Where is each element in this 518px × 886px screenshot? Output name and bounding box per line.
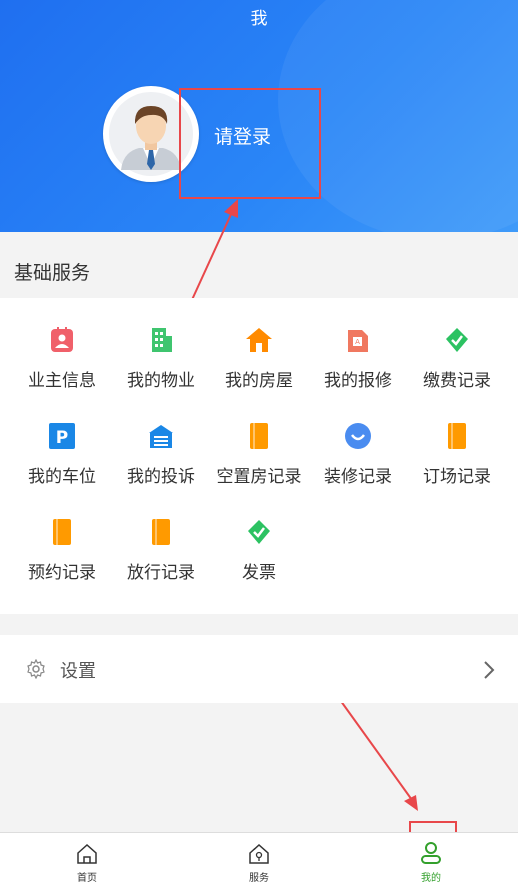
service-label: 预约记录	[28, 563, 96, 583]
service-label: 装修记录	[324, 467, 392, 487]
service-payment-records[interactable]: 缴费记录	[405, 326, 509, 391]
service-owner-info[interactable]: 业主信息	[10, 326, 114, 391]
tab-label: 首页	[77, 873, 97, 884]
services-panel: 业主信息 我的物业 我的房屋 A 我的报修 缴费记录 P 我的车位 我的投诉 空…	[0, 298, 518, 614]
smile-icon	[345, 423, 371, 449]
service-label: 我的房屋	[225, 371, 293, 391]
page-title: 我	[250, 9, 268, 29]
service-release-records[interactable]: 放行记录	[109, 518, 213, 583]
tab-mine[interactable]: 我的	[381, 833, 481, 886]
service-my-parking[interactable]: P 我的车位	[10, 422, 114, 487]
service-my-complaint[interactable]: 我的投诉	[109, 422, 213, 487]
tab-service[interactable]: 服务	[209, 833, 309, 886]
service-label: 缴费记录	[423, 371, 491, 391]
tab-label: 服务	[249, 873, 269, 884]
service-my-property[interactable]: 我的物业	[109, 326, 213, 391]
parking-icon: P	[49, 423, 75, 449]
service-booking-venue-records[interactable]: 订场记录	[405, 422, 509, 487]
section-title: 基础服务	[14, 262, 91, 284]
invoice-leaf-icon	[248, 520, 270, 544]
book-icon	[53, 519, 71, 545]
bottom-tab-bar: 首页 服务 我的	[0, 832, 518, 886]
payment-leaf-icon	[446, 328, 468, 352]
home-icon	[77, 843, 97, 864]
svg-text:P: P	[56, 428, 68, 448]
service-label: 我的物业	[127, 371, 195, 391]
service-my-house[interactable]: 我的房屋	[207, 326, 311, 391]
service-appointment-records[interactable]: 预约记录	[10, 518, 114, 583]
service-label: 我的车位	[28, 467, 96, 487]
complaint-icon	[149, 425, 173, 448]
service-invoice[interactable]: 发票	[207, 518, 311, 583]
book-icon	[250, 423, 268, 449]
building-icon	[152, 328, 172, 352]
tab-home[interactable]: 首页	[37, 833, 137, 886]
service-label: 我的报修	[324, 371, 392, 391]
service-decoration-records[interactable]: 装修记录	[306, 422, 410, 487]
highlight-box-login	[179, 88, 321, 199]
service-label: 发票	[242, 563, 276, 583]
settings-label: 设置	[60, 661, 96, 682]
service-label: 空置房记录	[216, 467, 302, 487]
book-icon	[152, 519, 170, 545]
house-icon	[246, 328, 272, 352]
id-card-icon	[51, 327, 73, 352]
svg-text:A: A	[355, 338, 360, 346]
tab-label: 我的	[421, 873, 441, 884]
service-label: 业主信息	[28, 371, 96, 391]
arrow-head-mine-tab	[404, 795, 418, 811]
chevron-right-icon	[484, 661, 495, 679]
user-icon	[421, 842, 441, 864]
settings-row[interactable]: 设置	[0, 635, 518, 703]
service-label: 放行记录	[127, 563, 195, 583]
gear-icon	[27, 659, 45, 679]
book-icon	[448, 423, 466, 449]
service-house-icon	[249, 843, 269, 864]
service-my-repair[interactable]: A 我的报修	[306, 326, 410, 391]
service-vacant-records[interactable]: 空置房记录	[207, 422, 311, 487]
service-label: 我的投诉	[127, 467, 195, 487]
service-label: 订场记录	[423, 467, 491, 487]
repair-icon: A	[348, 330, 368, 352]
